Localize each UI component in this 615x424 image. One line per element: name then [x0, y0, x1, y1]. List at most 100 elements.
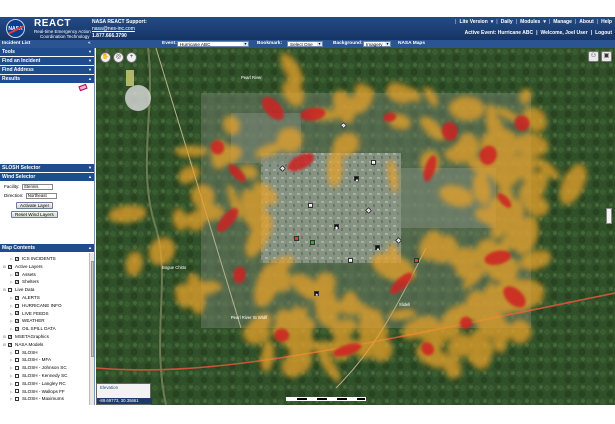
compass-icon[interactable]: ◎	[113, 52, 124, 63]
chevron-down-icon[interactable]: ▼	[88, 57, 92, 65]
shelter-marker[interactable]: ⌂	[308, 203, 313, 209]
background-select[interactable]: Imagery ▼	[363, 40, 391, 47]
chevron-up-icon[interactable]: ▲	[88, 173, 92, 181]
direction-select[interactable]: Northeast	[25, 193, 57, 199]
tree-item[interactable]: ▷ ✓ ICS INCIDENTS	[10, 255, 56, 262]
camera-icon[interactable]: ▣	[601, 51, 612, 62]
tree-item[interactable]: ▷ SLOSH - MFA	[10, 356, 51, 363]
panel-map-contents[interactable]: Map Contents ▲	[0, 244, 94, 252]
incident-marker[interactable]: ▲	[354, 176, 359, 182]
map-canvas[interactable]	[96, 48, 615, 405]
bookmark-select[interactable]: Select One ▼	[287, 40, 323, 47]
layer-checkbox[interactable]: ✓	[15, 272, 19, 277]
layer-checkbox[interactable]: ✓	[8, 334, 12, 339]
chevron-up-icon[interactable]: ▲	[88, 75, 92, 83]
tree-item[interactable]: ▷ ✓ LIVE FEEDS	[10, 310, 49, 317]
incident-list-tab[interactable]: Incident List	[2, 41, 30, 46]
panel-find-address[interactable]: Find Address ▼	[0, 66, 94, 74]
tree-item[interactable]: ▷ SLOSH - Kennedy SC	[10, 372, 67, 379]
layer-checkbox[interactable]: ✓	[8, 342, 12, 347]
app-title: REACT	[34, 18, 71, 29]
nav-about[interactable]: About	[579, 19, 593, 25]
overview-panel[interactable]: Elevation -89.69773, 30.35661	[96, 383, 152, 405]
facility-select[interactable]: Stennis	[21, 184, 53, 190]
asset-marker[interactable]	[294, 236, 299, 241]
tree-item[interactable]: ▷ SLOSH - Maximums	[10, 395, 64, 402]
expand-icon[interactable]: ▷	[10, 396, 14, 403]
tree-item[interactable]: ▷ SLOSH - Wallops FF	[10, 388, 65, 395]
chevron-down-icon[interactable]: ▾	[491, 19, 494, 25]
tree-item[interactable]: ▷ HURRICANE INFO	[10, 302, 62, 309]
panel-slosh-selector[interactable]: SLOSH Selector ▼	[0, 164, 94, 172]
eraser-icon[interactable]	[78, 83, 88, 92]
chevron-down-icon[interactable]: ▼	[88, 164, 92, 172]
chevron-up-icon[interactable]: ▲	[88, 244, 92, 252]
nav-lite-version[interactable]: Lite Version	[459, 19, 487, 25]
tree-scrollbar[interactable]	[89, 253, 94, 405]
asset-marker[interactable]	[310, 240, 315, 245]
zoom-icon[interactable]: +	[126, 52, 137, 63]
expand-icon[interactable]: ⊟	[3, 287, 7, 294]
chevron-down-icon[interactable]: ▼	[88, 48, 92, 56]
layer-checkbox[interactable]: ✓	[8, 264, 12, 269]
layer-checkbox[interactable]	[15, 397, 19, 402]
tree-item[interactable]: ⊟ ✓ MSETAGraphics	[3, 333, 49, 340]
logout-link[interactable]: Logout	[595, 30, 612, 36]
chevron-left-icon[interactable]: «	[88, 41, 91, 46]
asset-marker[interactable]	[414, 258, 419, 263]
tree-item[interactable]: ⊟ ✓ Active Layers	[3, 263, 43, 270]
pan-hand-icon[interactable]: ✋	[100, 52, 111, 63]
tree-scrollbar-thumb[interactable]	[90, 261, 94, 357]
layer-checkbox[interactable]	[15, 365, 19, 370]
layer-checkbox[interactable]	[15, 350, 19, 355]
incident-marker[interactable]: ◆	[334, 224, 339, 230]
shelter-marker[interactable]: ⌂	[371, 160, 376, 166]
layer-checkbox[interactable]: ✓	[15, 319, 19, 324]
tree-item[interactable]: ⊟ Live Data	[3, 286, 34, 293]
nav-modules[interactable]: Modules	[520, 19, 540, 25]
shelter-marker[interactable]: ⌂	[348, 258, 353, 264]
tree-item[interactable]: ⊟ ✓ NASA Models	[3, 341, 43, 348]
tree-item[interactable]: ▷ SLOSH	[10, 349, 38, 356]
activate-layer-button[interactable]: Activate Layer	[16, 202, 54, 209]
panel-results[interactable]: Results ▲	[0, 75, 94, 83]
layer-checkbox[interactable]	[15, 303, 19, 308]
expand-icon[interactable]: ⊟	[3, 264, 7, 271]
map-label-bogue-chitto: Bogue Chitto	[162, 265, 187, 270]
layer-checkbox[interactable]: ✓	[15, 311, 19, 316]
layer-checkbox[interactable]	[15, 373, 19, 378]
layer-checkbox[interactable]	[15, 389, 19, 394]
reset-wind-layers-button[interactable]: Reset Wind Layers	[11, 211, 58, 218]
layer-checkbox[interactable]: ✓	[15, 326, 19, 331]
tree-item[interactable]: ▷ SLOSH - Johnson SC	[10, 364, 67, 371]
panel-find-incident[interactable]: Find an Incident ▼	[0, 57, 94, 65]
support-email-link[interactable]: nasa@nes-inc.com	[92, 26, 135, 32]
tree-item[interactable]: ▷ ✓ Shelters	[10, 278, 39, 285]
event-select[interactable]: Hurricane ABC ▼	[177, 40, 249, 47]
nav-help[interactable]: Help	[601, 19, 612, 25]
layer-checkbox[interactable]: ✓	[15, 280, 19, 285]
chevron-down-icon[interactable]: ▼	[88, 66, 92, 74]
layer-checkbox[interactable]: ✓	[15, 295, 19, 300]
expand-icon[interactable]: ⊟	[3, 342, 7, 349]
nav-daily[interactable]: Daily	[501, 19, 513, 25]
layer-checkbox[interactable]: ✓	[15, 256, 19, 261]
incident-marker[interactable]: ★	[314, 291, 319, 297]
panel-tools[interactable]: Tools ▼	[0, 48, 94, 56]
tree-item[interactable]: ▷ SLOSH - Langley RC	[10, 380, 66, 387]
layer-checkbox[interactable]	[15, 358, 19, 363]
chevron-down-icon[interactable]: ▾	[543, 19, 546, 25]
layer-checkbox[interactable]	[15, 381, 19, 386]
incident-marker[interactable]: ▲	[375, 245, 380, 251]
layer-checkbox[interactable]	[8, 287, 12, 292]
nasa-maps-link[interactable]: NASA Maps	[398, 41, 425, 46]
tree-item[interactable]: ▷ ✓ WEATHER	[10, 317, 45, 324]
zoom-slider[interactable]	[606, 208, 612, 224]
tree-item[interactable]: ▷ ✓ OIL SPILL DATA	[10, 325, 56, 332]
binoculars-icon[interactable]: ⚇	[588, 51, 599, 62]
tree-item[interactable]: ▷ ✓ Assets	[10, 271, 36, 278]
tree-item[interactable]: ▷ ✓ ALERTS	[10, 294, 40, 301]
panel-wind-selector[interactable]: Wind Selector ▲	[0, 173, 94, 181]
nav-manage[interactable]: Manage	[553, 19, 572, 25]
map-view[interactable]: Bogue Chitto Pearl River St Wldlf Pearl …	[96, 48, 615, 405]
